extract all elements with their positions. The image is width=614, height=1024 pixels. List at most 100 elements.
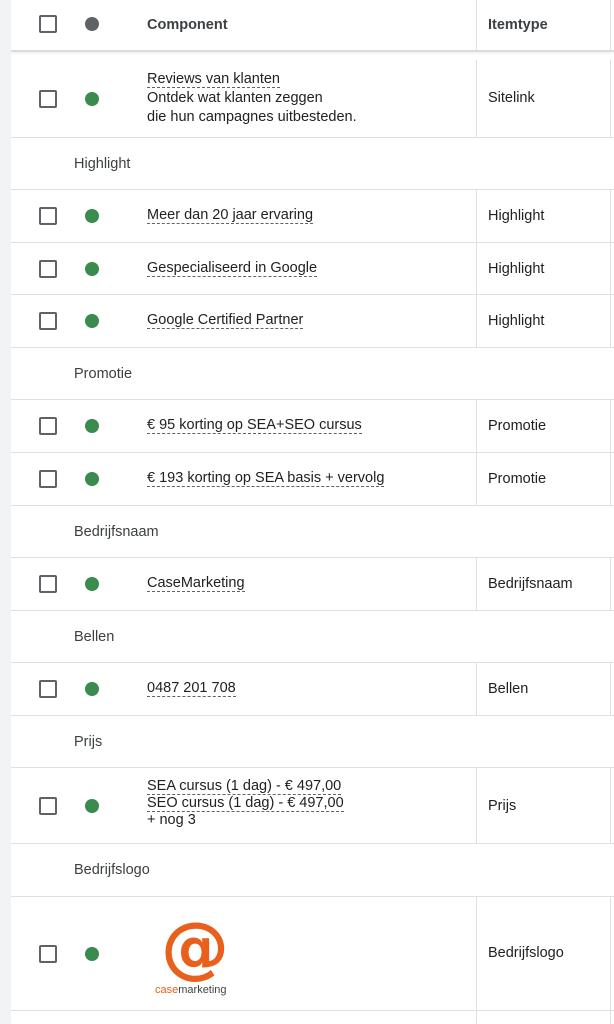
column-divider xyxy=(476,295,477,347)
table-row[interactable]: Gespecialiseerd in Google Highlight xyxy=(11,243,614,295)
table-row[interactable]: Google Certified Partner Highlight xyxy=(11,295,614,348)
row-checkbox[interactable] xyxy=(39,417,57,435)
component-link[interactable]: 0487 201 708 xyxy=(147,680,236,697)
group-label: Prijs xyxy=(74,734,103,750)
table-row xyxy=(11,1011,614,1024)
row-checkbox[interactable] xyxy=(39,470,57,488)
column-divider xyxy=(476,663,477,715)
status-header-icon xyxy=(85,17,99,31)
itemtype-cell: Promotie xyxy=(488,418,547,434)
status-enabled-icon xyxy=(85,262,99,276)
logo-symbol: @ xyxy=(161,908,229,987)
column-divider xyxy=(610,243,611,294)
itemtype-cell: Highlight xyxy=(488,261,545,277)
status-enabled-icon xyxy=(85,419,99,433)
column-divider xyxy=(610,663,611,715)
itemtype-cell: Prijs xyxy=(488,798,517,814)
table-row[interactable]: € 193 korting op SEA basis + vervolg Pro… xyxy=(11,453,614,506)
row-checkbox[interactable] xyxy=(39,797,57,815)
column-divider xyxy=(610,453,611,505)
column-header-itemtype[interactable]: Itemtype xyxy=(488,17,548,33)
column-divider xyxy=(476,190,477,242)
column-divider xyxy=(610,60,611,137)
itemtype-cell: Highlight xyxy=(488,208,545,224)
status-enabled-icon xyxy=(85,209,99,223)
group-label: Bellen xyxy=(74,629,115,645)
column-divider xyxy=(476,0,477,50)
table-row[interactable]: CaseMarketing Bedrijfsnaam xyxy=(11,558,614,611)
column-divider xyxy=(610,897,611,1010)
assets-table: Component Itemtype Reviews van klanten O… xyxy=(11,0,614,1024)
group-row: Prijs xyxy=(11,716,614,768)
status-enabled-icon xyxy=(85,947,99,961)
table-row[interactable]: @ casemarketing Bedrijfslogo xyxy=(11,897,614,1011)
component-line: die hun campagnes uitbesteden. xyxy=(147,109,357,125)
itemtype-cell: Bedrijfsnaam xyxy=(488,576,573,592)
group-row: Highlight xyxy=(11,138,614,190)
component-cell: Reviews van klanten Ontdek wat klanten z… xyxy=(147,70,357,127)
itemtype-cell: Promotie xyxy=(488,471,547,487)
logo-wordmark: casemarketing xyxy=(155,984,227,996)
table-header: Component Itemtype xyxy=(11,0,614,52)
column-divider xyxy=(476,1011,477,1024)
component-link[interactable]: CaseMarketing xyxy=(147,575,245,592)
column-divider xyxy=(476,558,477,610)
component-link[interactable]: Gespecialiseerd in Google xyxy=(147,260,318,277)
column-divider xyxy=(476,400,477,452)
row-checkbox[interactable] xyxy=(39,207,57,225)
row-checkbox[interactable] xyxy=(39,90,57,108)
select-all-checkbox[interactable] xyxy=(39,15,57,33)
component-link[interactable]: Google Certified Partner xyxy=(147,312,304,329)
itemtype-cell: Highlight xyxy=(488,313,545,329)
column-divider xyxy=(476,897,477,1010)
group-row: Bedrijfslogo xyxy=(11,844,614,897)
status-enabled-icon xyxy=(85,314,99,328)
row-checkbox[interactable] xyxy=(39,312,57,330)
component-link[interactable]: € 193 korting op SEA basis + vervolg xyxy=(147,470,385,487)
status-enabled-icon xyxy=(85,682,99,696)
group-label: Bedrijfsnaam xyxy=(74,524,159,540)
itemtype-cell: Bedrijfslogo xyxy=(488,945,564,961)
logo-wordmark-marketing: marketing xyxy=(178,984,227,996)
column-divider xyxy=(476,768,477,843)
status-enabled-icon xyxy=(85,92,99,106)
column-divider xyxy=(610,558,611,610)
table-row[interactable]: € 95 korting op SEA+SEO cursus Promotie xyxy=(11,400,614,453)
component-link[interactable]: SEO cursus (1 dag) - € 497,00 xyxy=(147,795,344,812)
component-link[interactable]: Meer dan 20 jaar ervaring xyxy=(147,207,314,224)
itemtype-cell: Sitelink xyxy=(488,90,535,106)
group-row: Bedrijfsnaam xyxy=(11,506,614,558)
table-row[interactable]: Meer dan 20 jaar ervaring Highlight xyxy=(11,190,614,243)
component-link[interactable]: SEA cursus (1 dag) - € 497,00 xyxy=(147,778,342,795)
column-divider xyxy=(610,400,611,452)
table-row[interactable]: 0487 201 708 Bellen xyxy=(11,663,614,716)
status-enabled-icon xyxy=(85,577,99,591)
status-enabled-icon xyxy=(85,472,99,486)
row-checkbox[interactable] xyxy=(39,680,57,698)
column-divider xyxy=(610,768,611,843)
component-line: Ontdek wat klanten zeggen xyxy=(147,90,323,106)
table-row[interactable]: Reviews van klanten Ontdek wat klanten z… xyxy=(11,60,614,138)
group-row: Bellen xyxy=(11,611,614,663)
itemtype-cell: Bellen xyxy=(488,681,529,697)
component-link[interactable]: € 95 korting op SEA+SEO cursus xyxy=(147,417,362,434)
table-row[interactable]: SEA cursus (1 dag) - € 497,00 SEO cursus… xyxy=(11,768,614,844)
column-divider xyxy=(476,60,477,137)
row-checkbox[interactable] xyxy=(39,575,57,593)
column-header-component[interactable]: Component xyxy=(147,17,228,33)
logo-wordmark-case: case xyxy=(155,984,179,996)
status-enabled-icon xyxy=(85,799,99,813)
component-line: + nog 3 xyxy=(147,812,196,828)
group-row: Promotie xyxy=(11,348,614,400)
component-cell: SEA cursus (1 dag) - € 497,00 SEO cursus… xyxy=(147,778,344,829)
column-divider xyxy=(610,190,611,242)
column-divider xyxy=(476,243,477,294)
row-checkbox[interactable] xyxy=(39,260,57,278)
group-label: Promotie xyxy=(74,366,133,382)
row-checkbox[interactable] xyxy=(39,945,57,963)
column-divider xyxy=(610,1011,611,1024)
column-divider xyxy=(476,453,477,505)
column-divider xyxy=(610,0,611,50)
component-link[interactable]: Reviews van klanten xyxy=(147,71,280,88)
group-label: Bedrijfslogo xyxy=(74,862,150,878)
